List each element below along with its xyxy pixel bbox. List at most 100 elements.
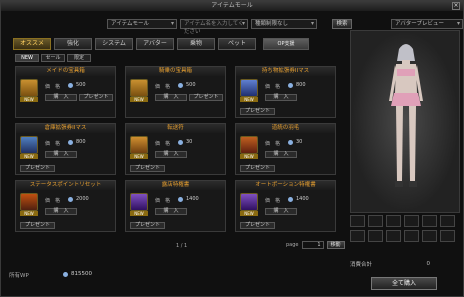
wallet-label: 所有WP: [9, 273, 29, 279]
new-badge: NEW: [130, 97, 148, 102]
tab-enhance[interactable]: 強化: [54, 38, 92, 50]
talisman-icon[interactable]: [130, 136, 148, 154]
tab-recommended[interactable]: オススメ: [13, 38, 51, 50]
buy-button[interactable]: 購 入: [265, 208, 297, 215]
scroll-icon[interactable]: [20, 136, 38, 154]
filter-bar: アイテムモール アイテム名を入力してください 種類制限なし 検索: [107, 19, 352, 35]
item-name: 倉庫拡張券IIマス: [16, 124, 115, 133]
item-card: ステータスポイントリセット NEW 価 格 2000 購 入 プレゼント: [15, 180, 116, 232]
gift-button[interactable]: プレゼント: [130, 222, 165, 229]
treasure-box-icon[interactable]: [130, 79, 148, 97]
feather-icon[interactable]: [240, 136, 258, 154]
scroll-icon[interactable]: [240, 79, 258, 97]
subtab-sale[interactable]: セール: [41, 54, 65, 62]
avatar-preview-select[interactable]: アバタープレビュー: [391, 19, 463, 29]
category-tabs: オススメ 強化 システム アバター 乗物 ペット OP支援: [13, 38, 309, 50]
equip-slot[interactable]: [386, 230, 401, 242]
item-price: 800: [76, 139, 86, 145]
potion-icon[interactable]: [20, 193, 38, 211]
restriction-select[interactable]: 種類制限なし: [251, 19, 317, 29]
tab-pet[interactable]: ペット: [218, 38, 256, 50]
buy-button[interactable]: 購 入: [155, 208, 187, 215]
gift-button[interactable]: プレゼント: [240, 165, 275, 172]
item-name: オートポーション特権書: [236, 181, 335, 190]
buy-button[interactable]: 購 入: [45, 208, 77, 215]
buy-button[interactable]: 購 入: [155, 151, 187, 158]
new-badge: NEW: [240, 97, 258, 102]
coin-icon: [178, 197, 183, 202]
close-icon[interactable]: ×: [452, 2, 460, 10]
page-input[interactable]: 1: [301, 241, 324, 249]
buy-button[interactable]: 購 入: [265, 151, 297, 158]
equip-slot[interactable]: [350, 215, 365, 227]
item-mall-window: アイテムモール × アイテムモール アイテム名を入力してください 種類制限なし …: [0, 0, 464, 297]
coin-icon: [63, 272, 68, 277]
page-indicator: 1 / 1: [176, 243, 188, 249]
item-name: 道統の羽毛: [236, 124, 335, 133]
equip-slot[interactable]: [422, 215, 437, 227]
equip-slot[interactable]: [422, 230, 437, 242]
price-label: 価 格: [155, 84, 171, 90]
coin-icon: [68, 197, 73, 202]
buy-button[interactable]: 購 入: [45, 94, 77, 101]
gift-button[interactable]: プレゼント: [240, 222, 275, 229]
gift-button[interactable]: プレゼント: [130, 165, 165, 172]
item-price: 1400: [296, 196, 309, 202]
search-button[interactable]: 検索: [332, 19, 352, 29]
equip-slot[interactable]: [386, 215, 401, 227]
gift-button[interactable]: プレゼント: [189, 94, 223, 101]
item-card: 倉庫拡張券IIマス NEW 価 格 800 購 入 プレゼント: [15, 123, 116, 175]
tab-op-support[interactable]: OP支援: [263, 38, 309, 50]
buy-button[interactable]: 購 入: [45, 151, 77, 158]
gift-button[interactable]: プレゼント: [79, 94, 113, 101]
item-card: 騎乗の宝具箱 NEW 価 格 500 購 入 プレゼント: [125, 66, 226, 118]
item-card: オートポーション特権書 NEW 価 格 1400 購 入 プレゼント: [235, 180, 336, 232]
certificate-icon[interactable]: [130, 193, 148, 211]
equip-slot[interactable]: [368, 215, 383, 227]
item-name: ステータスポイントリセット: [16, 181, 115, 190]
equipment-slots: [350, 215, 460, 242]
page-go-button[interactable]: 移動: [326, 241, 345, 249]
title-bar: アイテムモール ×: [1, 1, 463, 11]
search-input[interactable]: アイテム名を入力してください: [180, 19, 248, 35]
item-name: 転送符: [126, 124, 225, 133]
coin-icon: [288, 83, 293, 88]
buy-button[interactable]: 購 入: [155, 94, 187, 101]
tab-avatar[interactable]: アバター: [136, 38, 174, 50]
subtab-new[interactable]: NEW: [15, 54, 39, 62]
gift-button[interactable]: プレゼント: [20, 222, 55, 229]
equip-slot[interactable]: [350, 230, 365, 242]
equip-slot[interactable]: [368, 230, 383, 242]
category-select[interactable]: アイテムモール: [107, 19, 177, 29]
coin-icon: [68, 140, 73, 145]
new-badge: NEW: [240, 154, 258, 159]
tab-mount[interactable]: 乗物: [177, 38, 215, 50]
item-name: メイドの宝具箱: [16, 67, 115, 76]
character-figure: [389, 44, 423, 187]
equip-slot[interactable]: [404, 230, 419, 242]
subtab-limited[interactable]: 限定: [67, 54, 91, 62]
price-label: 価 格: [265, 84, 281, 90]
certificate-icon[interactable]: [240, 193, 258, 211]
equip-slot[interactable]: [440, 215, 455, 227]
item-price: 30: [296, 139, 303, 145]
item-name: 露店特権書: [126, 181, 225, 190]
gift-button[interactable]: プレゼント: [20, 165, 55, 172]
item-card: メイドの宝具箱 NEW 価 格 500 購 入 プレゼント: [15, 66, 116, 118]
new-badge: NEW: [20, 154, 38, 159]
gift-button[interactable]: プレゼント: [240, 108, 275, 115]
window-title: アイテムモール: [211, 2, 253, 9]
avatar-preview[interactable]: [350, 30, 460, 213]
price-label: 価 格: [45, 84, 61, 90]
equip-slot[interactable]: [404, 215, 419, 227]
tab-system[interactable]: システム: [95, 38, 133, 50]
price-label: 価 格: [45, 198, 61, 204]
buy-all-button[interactable]: 全て購入: [371, 277, 437, 290]
new-badge: NEW: [20, 211, 38, 216]
buy-button[interactable]: 購 入: [265, 94, 297, 101]
equip-slot[interactable]: [440, 230, 455, 242]
item-card: 露店特権書 NEW 価 格 1400 購 入 プレゼント: [125, 180, 226, 232]
coin-icon: [288, 197, 293, 202]
sub-tabs: NEW セール 限定: [15, 54, 91, 62]
treasure-box-icon[interactable]: [20, 79, 38, 97]
